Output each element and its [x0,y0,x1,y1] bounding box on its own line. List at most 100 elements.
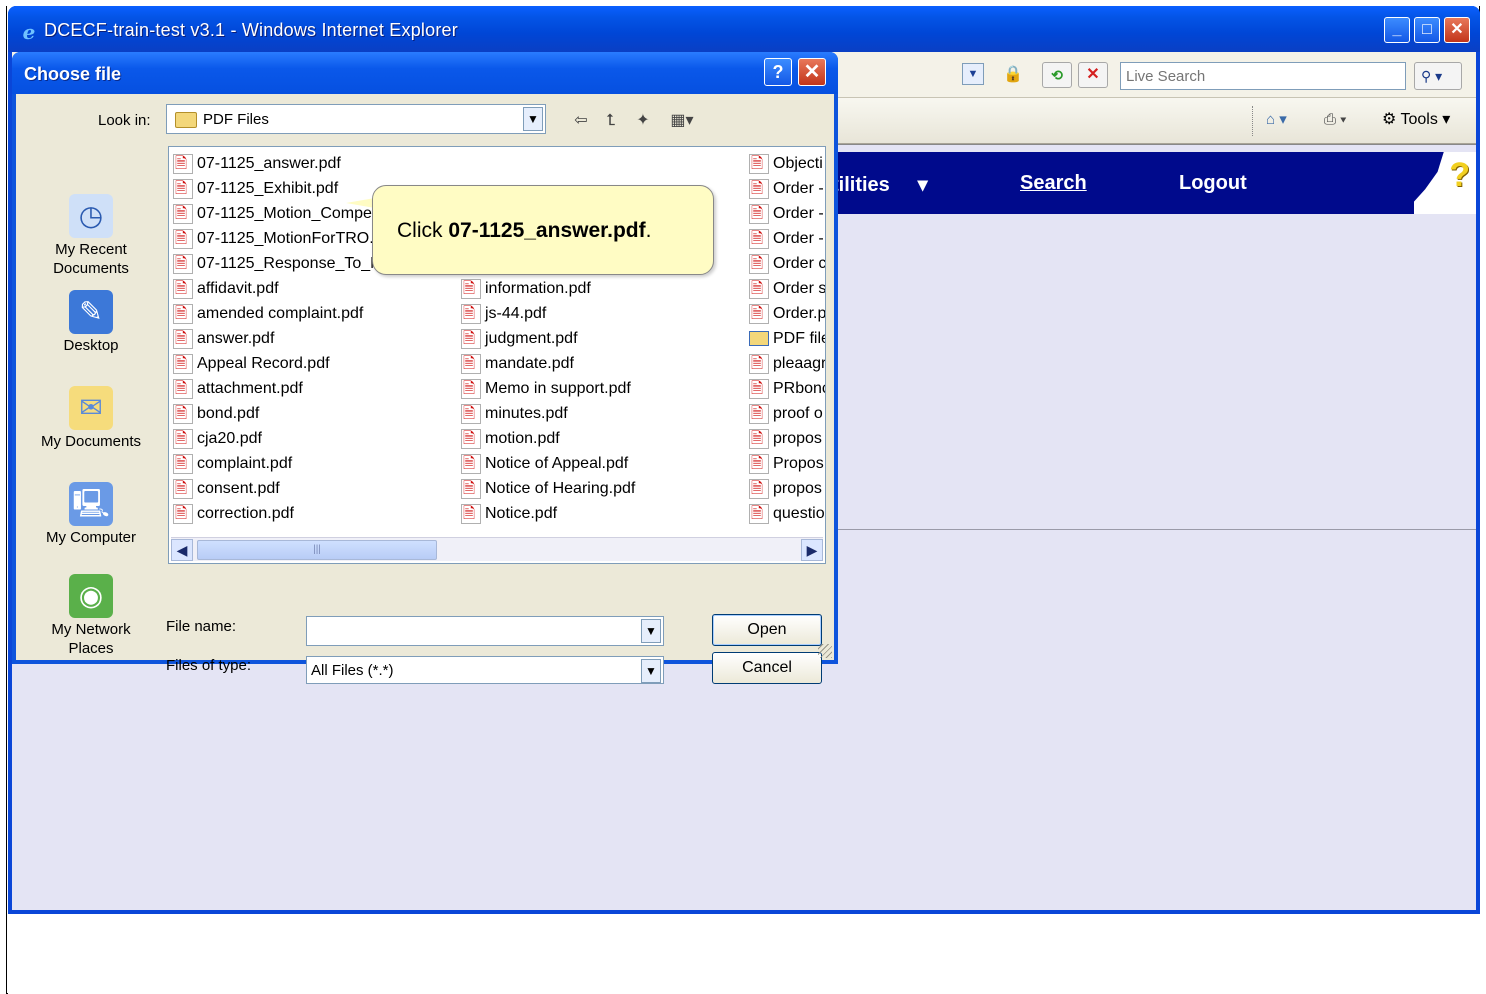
place-my-computer[interactable]: 🖳 My Computer [26,482,156,547]
file-item[interactable]: information.pdf [459,276,669,301]
file-item[interactable]: complaint.pdf [171,451,445,476]
help-corner[interactable]: ? [1414,152,1476,214]
file-item[interactable]: Notice of Hearing.pdf [459,476,669,501]
refresh-button[interactable]: ⟲ [1042,62,1072,88]
nav-utilities[interactable]: tilities ▾ [832,172,928,197]
file-name: judgment.pdf [485,330,578,347]
dialog-close-button[interactable]: ✕ [798,58,826,86]
file-item[interactable]: propos [747,476,825,501]
file-name: complaint.pdf [197,455,293,472]
nav-logout[interactable]: Logout [1179,172,1247,195]
toolbar-separator [1252,106,1253,136]
pdf-file-icon [461,453,481,474]
file-column-3: Objecti Order - Order - Order - Order c Order… [747,151,826,526]
chevron-down-icon[interactable]: ▼ [641,619,661,643]
address-dropdown-button[interactable]: ▼ [962,63,984,85]
file-item[interactable]: Order - [747,176,825,201]
file-item[interactable]: amended complaint.pdf [171,301,445,326]
print-button[interactable]: ⎙ ▾ [1324,106,1374,134]
minimize-button[interactable]: _ [1384,17,1410,43]
new-folder-icon[interactable]: ✦ [630,110,656,132]
file-name: affidavit.pdf [197,280,279,297]
file-item[interactable]: Objecti [747,151,825,176]
file-item[interactable]: affidavit.pdf [171,276,445,301]
home-button[interactable]: ⌂ ▾ [1266,106,1316,134]
file-item[interactable]: Memo in support.pdf [459,376,669,401]
place-desktop[interactable]: ✎ Desktop [26,290,156,355]
file-name: cja20.pdf [197,430,262,447]
pdf-file-icon [173,328,193,349]
lock-icon[interactable]: 🔒 [998,62,1028,88]
maximize-button[interactable]: □ [1414,17,1440,43]
place-my-documents[interactable]: ✉ My Documents [26,386,156,451]
file-item[interactable]: pleaagr [747,351,826,376]
window-close-button[interactable]: ✕ [1444,17,1470,43]
chevron-down-icon[interactable]: ▼ [523,107,543,131]
pdf-file-icon [461,378,481,399]
file-item[interactable]: propos [747,426,825,451]
file-item[interactable]: bond.pdf [171,401,445,426]
file-item[interactable]: Appeal Record.pdf [171,351,445,376]
file-name: js-44.pdf [485,305,547,322]
file-item[interactable]: cja20.pdf [171,426,445,451]
place-my-network-places[interactable]: ◉ My Network Places [26,574,156,658]
file-item[interactable]: judgment.pdf [459,326,669,351]
scroll-right-icon[interactable]: ▶ [801,539,823,561]
chevron-down-icon[interactable]: ▼ [641,659,661,683]
open-button[interactable]: Open [712,614,822,646]
file-item[interactable]: PRbonc [747,376,825,401]
file-item[interactable]: correction.pdf [171,501,445,526]
look-in-combobox[interactable]: PDF Files ▼ [166,104,546,134]
resize-grip[interactable] [818,644,832,658]
live-search-input[interactable] [1120,62,1406,90]
place-my-recent-documents[interactable]: ◷ My Recent Documents [26,194,156,278]
cancel-button[interactable]: Cancel [712,652,822,684]
choose-file-dialog: Choose file ? ✕ Look in: PDF Files ▼ ⇦ ⮤… [12,52,838,684]
file-item[interactable]: Notice of Appeal.pdf [459,451,669,476]
file-item[interactable]: questio [747,501,825,526]
scroll-left-icon[interactable]: ◀ [171,539,193,561]
pdf-file-icon [749,253,769,274]
desktop-icon: ✎ [69,290,113,334]
file-item[interactable]: Order - [747,201,825,226]
window-title: DCECF-train-test v3.1 - Windows Internet… [44,20,458,40]
file-item[interactable]: Order s [747,276,826,301]
file-item[interactable]: proof o [747,401,825,426]
file-name: 07-1125_Motion_Compel [197,205,376,222]
scroll-thumb[interactable]: ||| [197,540,437,560]
pdf-file-icon [173,378,193,399]
file-item[interactable]: Order - [747,226,825,251]
file-item[interactable]: Order c [747,251,825,276]
files-of-type-select[interactable]: All Files (*.*) ▼ [306,656,664,684]
file-item[interactable]: Order.p [747,301,825,326]
pdf-file-icon [461,328,481,349]
up-folder-icon[interactable]: ⮤ [598,110,624,132]
file-item[interactable]: js-44.pdf [459,301,669,326]
file-name: 07-1125_answer.pdf [197,155,341,172]
file-item[interactable]: motion.pdf [459,426,669,451]
view-menu-icon[interactable]: ▦▾ [664,110,700,132]
search-go-button[interactable]: ⚲ ▾ [1414,62,1462,90]
file-name-input[interactable]: ▼ [306,616,664,646]
file-item[interactable]: attachment.pdf [171,376,445,401]
callout-target: 07-1125_answer.pdf [448,219,646,242]
nav-search[interactable]: Search [1020,172,1087,195]
file-item[interactable]: mandate.pdf [459,351,669,376]
file-item[interactable]: PDF file [747,326,825,351]
stop-button[interactable]: ✕ [1078,62,1108,88]
file-name: pleaagr [773,355,826,372]
tools-menu[interactable]: ⚙ Tools ▾ [1382,106,1474,134]
file-name: Order s [773,280,826,297]
file-item[interactable]: minutes.pdf [459,401,669,426]
file-item[interactable]: consent.pdf [171,476,445,501]
back-icon[interactable]: ⇦ [568,110,594,132]
file-item[interactable]: 07-1125_answer.pdf [171,151,445,176]
my-documents-icon: ✉ [69,386,113,430]
dialog-help-button[interactable]: ? [764,58,792,86]
pdf-file-icon [749,503,769,524]
file-item[interactable]: Notice.pdf [459,501,669,526]
pdf-file-icon [461,478,481,499]
file-item[interactable]: answer.pdf [171,326,445,351]
horizontal-scrollbar[interactable]: ◀ ||| ▶ [171,537,823,561]
file-item[interactable]: Propos [747,451,825,476]
